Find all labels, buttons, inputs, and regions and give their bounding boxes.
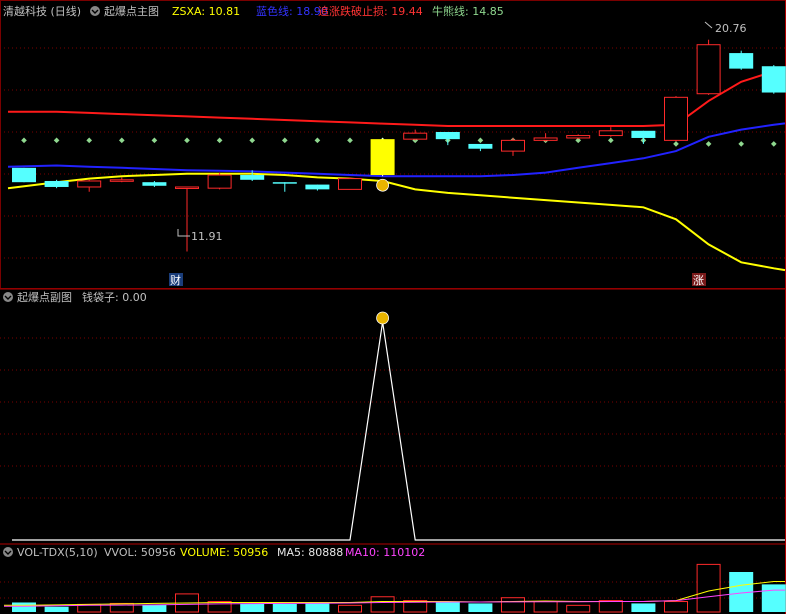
red-line-label: 追涨跌破止损: 19.44 <box>318 4 423 18</box>
candle-body <box>696 44 721 95</box>
main-panel-title: 起爆点主图 <box>104 4 159 18</box>
zsxa-line <box>7 172 786 272</box>
volume-bar <box>566 604 591 613</box>
bull-bear-dot <box>673 141 679 147</box>
low-annotation: 11.91 <box>177 229 223 243</box>
bull-bear-dot <box>607 137 614 144</box>
candle-body <box>631 130 656 138</box>
volume-indicator-name: VOL-TDX(5,10) <box>17 546 98 559</box>
bull-bear-dot <box>184 137 190 144</box>
signal-line <box>12 321 785 541</box>
bull-bear-dot <box>770 141 777 147</box>
candle-body <box>403 132 428 140</box>
candle-body <box>272 182 297 184</box>
candle-body <box>44 180 69 187</box>
price-panel[interactable] <box>7 39 786 272</box>
cai-badge[interactable]: 财 <box>169 273 183 287</box>
main-header: 清越科技 (日线) 起爆点主图 ZSXA: 10.81 蓝色线: 18.90 追… <box>3 4 504 18</box>
bull-bear-dot <box>738 141 745 147</box>
ma5-label: MA5: 80888 <box>277 546 343 559</box>
zsxa-label: ZSXA: 10.81 <box>172 5 240 18</box>
volume-bar <box>370 596 395 613</box>
moneybag-icon <box>376 178 390 192</box>
bull-bear-dot <box>151 137 158 144</box>
bull-bear-dot <box>347 137 353 144</box>
ma10-label: MA10: 110102 <box>345 546 425 559</box>
stock-title: 清越科技 (日线) <box>3 4 81 18</box>
candle-body <box>207 174 232 189</box>
volume-bar <box>12 602 36 612</box>
candle-body <box>142 182 167 186</box>
bull-bear-dot <box>249 137 256 144</box>
candle-body <box>175 186 199 189</box>
candle-body <box>501 139 525 152</box>
candle-body <box>533 137 558 141</box>
volume-bar <box>435 601 460 612</box>
bull-bear-dot <box>216 137 223 144</box>
sub-panel-title: 起爆点副图 <box>17 290 72 304</box>
volume-bar <box>44 606 69 612</box>
volume-bar <box>696 563 721 613</box>
candle-body <box>12 167 36 183</box>
zhang-badge-label: 涨 <box>693 274 704 287</box>
bull-bear-label: 牛熊线: 14.85 <box>432 4 504 18</box>
volume-header: VOL-TDX(5,10) VVOL: 50956 VOLUME: 50956 … <box>3 546 425 559</box>
candle-body <box>761 66 786 93</box>
high-annotation: 20.76 <box>704 21 747 35</box>
volume-bar <box>598 600 623 613</box>
dropdown-icon[interactable] <box>90 6 100 16</box>
candle-body <box>109 179 134 182</box>
bull-bear-dot <box>314 137 321 144</box>
volume-bar <box>338 604 362 613</box>
volume-bar <box>305 602 330 612</box>
candle-body <box>338 178 362 190</box>
volume-bar <box>533 601 558 613</box>
dropdown-icon[interactable] <box>3 292 13 302</box>
dropdown-icon[interactable] <box>3 547 13 557</box>
candle-body <box>729 53 754 69</box>
cai-badge-label: 财 <box>170 273 181 287</box>
bull-bear-dot <box>53 137 60 144</box>
grid-lines <box>0 0 786 614</box>
high-price-label: 20.76 <box>715 22 747 35</box>
volume-bar <box>664 601 688 613</box>
moneybag-icon <box>376 311 390 325</box>
candle-body <box>370 139 395 176</box>
volume-bar <box>761 584 786 612</box>
volume-bar <box>631 603 656 612</box>
money-bag-value: 钱袋子: 0.00 <box>82 290 147 304</box>
bull-bear-dot <box>477 137 484 144</box>
candle-body <box>664 96 688 141</box>
volume-bar <box>240 603 265 612</box>
vvol-label: VVOL: 50956 <box>104 546 176 559</box>
candle-body <box>240 175 265 180</box>
signal-panel[interactable] <box>12 311 785 541</box>
stock-chart[interactable]: 清越科技 (日线) 起爆点主图 ZSXA: 10.81 蓝色线: 18.90 追… <box>0 0 786 614</box>
volume-bar <box>468 603 493 612</box>
volume-bar <box>501 597 525 613</box>
volume-label: VOLUME: 50956 <box>180 546 268 559</box>
candle-body <box>468 143 493 149</box>
blue-line-label: 蓝色线: 18.90 <box>256 4 328 18</box>
volume-bar <box>272 603 297 612</box>
candle-body <box>598 130 623 137</box>
bull-bear-dot <box>86 137 93 144</box>
candle-body <box>305 184 330 190</box>
bull-bear-dot <box>705 141 712 147</box>
volume-panel[interactable] <box>4 563 786 613</box>
bull-bear-dot <box>21 137 27 144</box>
candle-body <box>435 131 460 140</box>
low-price-label: 11.91 <box>191 230 223 243</box>
candle-body <box>566 135 591 139</box>
bull-bear-dot <box>118 137 125 144</box>
volume-bar <box>142 604 167 612</box>
bull-bear-dot <box>281 137 288 144</box>
candle-body <box>77 180 102 188</box>
zhang-badge[interactable]: 涨 <box>692 273 706 287</box>
sub-header: 起爆点副图 钱袋子: 0.00 <box>3 290 147 304</box>
